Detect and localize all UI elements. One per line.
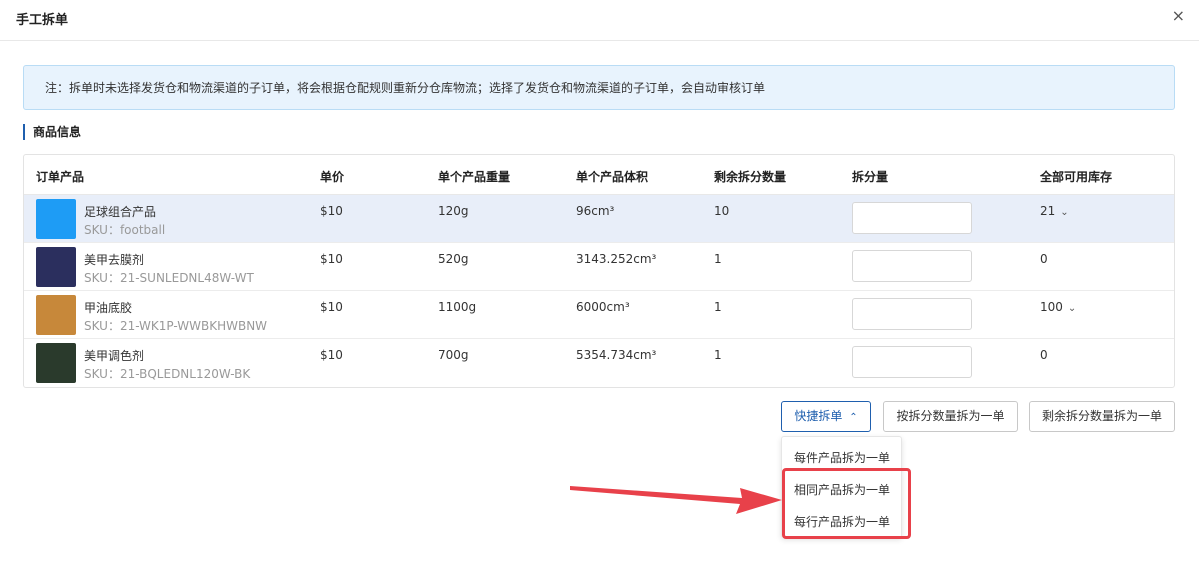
dialog-title: 手工拆单: [16, 13, 69, 28]
unit-weight: 520g: [438, 252, 469, 266]
unit-price: $10: [320, 300, 343, 314]
stock-select[interactable]: 21 ⌄: [1040, 204, 1069, 218]
product-table: 订单产品 单价 单个产品重量 单个产品体积 剩余拆分数量 拆分量 全部可用库存 …: [23, 154, 1175, 388]
header-product: 订单产品: [36, 170, 85, 184]
unit-price: $10: [320, 348, 343, 362]
product-sku: SKU：21-SUNLEDNL48W-WT: [84, 271, 254, 285]
split-qty-input[interactable]: [852, 298, 972, 330]
table-row: 美甲去膜剂 SKU：21-SUNLEDNL48W-WT $10 520g 314…: [24, 243, 1174, 291]
unit-volume: 5354.734cm³: [576, 348, 657, 362]
table-header: 订单产品 单价 单个产品重量 单个产品体积 剩余拆分数量 拆分量 全部可用库存: [24, 155, 1174, 195]
product-name: 甲油底胶: [84, 301, 133, 315]
annotation-highlight-box: [782, 468, 911, 539]
unit-volume: 96cm³: [576, 204, 615, 218]
product-name: 美甲去膜剂: [84, 253, 145, 267]
unit-weight: 120g: [438, 204, 469, 218]
product-sku: SKU：football: [84, 223, 166, 237]
split-by-qty-button[interactable]: 按拆分数量拆为一单: [883, 401, 1018, 432]
unit-volume: 3143.252cm³: [576, 252, 657, 266]
unit-price: $10: [320, 252, 343, 266]
header-price: 单价: [320, 170, 345, 184]
stock-value: 100: [1040, 300, 1063, 314]
remaining-qty: 1: [714, 348, 722, 362]
table-row: 足球组合产品 SKU：football $10 120g 96cm³ 10 21…: [24, 195, 1174, 243]
quick-split-label: 快捷拆单: [794, 409, 843, 423]
split-qty-input[interactable]: [852, 202, 972, 234]
unit-weight: 1100g: [438, 300, 477, 314]
header-stock: 全部可用库存: [1040, 170, 1113, 184]
split-qty-input[interactable]: [852, 346, 972, 378]
chevron-down-icon: ⌄: [1060, 207, 1069, 218]
header-weight: 单个产品重量: [438, 170, 511, 184]
quick-split-button[interactable]: 快捷拆单 ⌃: [781, 401, 871, 432]
table-row: 甲油底胶 SKU：21-WK1P-WWBKHWBNW $10 1100g 600…: [24, 291, 1174, 339]
product-thumbnail: [36, 199, 76, 239]
product-name: 足球组合产品: [84, 205, 157, 219]
unit-weight: 700g: [438, 348, 469, 362]
header-volume: 单个产品体积: [576, 170, 649, 184]
stock-value: 0: [1040, 348, 1048, 362]
unit-price: $10: [320, 204, 343, 218]
product-sku: SKU：21-BQLEDNL120W-BK: [84, 367, 251, 381]
table-row: 美甲调色剂 SKU：21-BQLEDNL120W-BK $10 700g 535…: [24, 339, 1174, 387]
annotation-arrow-icon: [570, 486, 782, 514]
chevron-up-icon: ⌃: [849, 412, 858, 423]
product-name: 美甲调色剂: [84, 349, 145, 363]
remaining-qty: 10: [714, 204, 730, 218]
header-remaining: 剩余拆分数量: [714, 170, 787, 184]
product-thumbnail: [36, 343, 76, 383]
stock-value: 21: [1040, 204, 1056, 218]
split-notice: 注：拆单时未选择发货仓和物流渠道的子订单，将会根据仓配规则重新分仓库物流；选择了…: [23, 65, 1175, 110]
header-split-qty: 拆分量: [852, 170, 889, 184]
remaining-qty: 1: [714, 300, 722, 314]
split-qty-input[interactable]: [852, 250, 972, 282]
product-thumbnail: [36, 295, 76, 335]
stock-value: 0: [1040, 252, 1048, 266]
chevron-down-icon: ⌄: [1067, 303, 1077, 314]
split-remaining-button[interactable]: 剩余拆分数量拆为一单: [1029, 401, 1175, 432]
dialog-header: 手工拆单 ×: [0, 0, 1199, 41]
stock-select[interactable]: 100 ⌄: [1040, 300, 1076, 314]
section-title: 商品信息: [23, 124, 81, 140]
product-sku: SKU：21-WK1P-WWBKHWBNW: [84, 319, 268, 333]
unit-volume: 6000cm³: [576, 300, 630, 314]
remaining-qty: 1: [714, 252, 722, 266]
product-thumbnail: [36, 247, 76, 287]
close-icon[interactable]: ×: [1172, 6, 1185, 25]
notice-text: 注：拆单时未选择发货仓和物流渠道的子订单，将会根据仓配规则重新分仓库物流；选择了…: [45, 81, 766, 95]
